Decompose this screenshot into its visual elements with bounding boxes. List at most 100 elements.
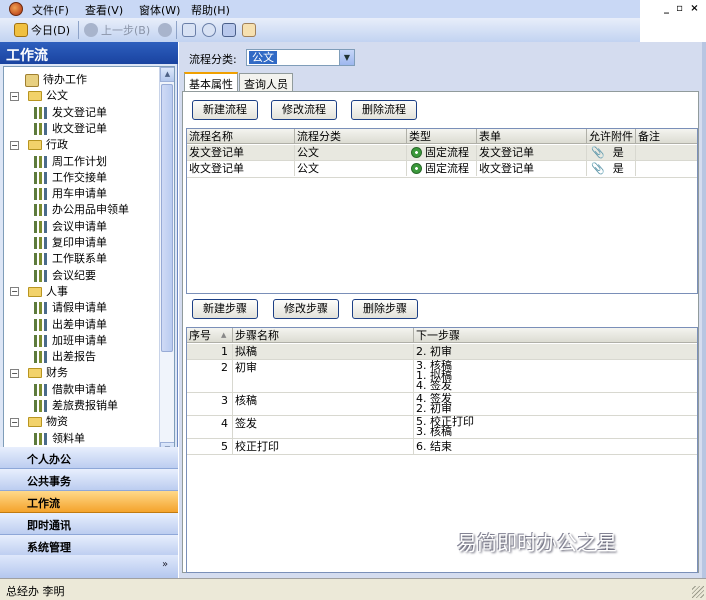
folder-icon: [28, 91, 42, 102]
today-button[interactable]: 今日(D): [14, 22, 70, 38]
table-row[interactable]: 5 校正打印 6. 结束: [187, 439, 697, 455]
tree-form-item[interactable]: 发文登记单: [34, 105, 107, 121]
category-select[interactable]: 公文 ▼: [246, 49, 355, 66]
close-icon[interactable]: ×: [688, 3, 701, 15]
flow-type-label: 固定流程: [425, 162, 469, 175]
step-no: 4: [187, 416, 233, 439]
delete-step-button[interactable]: 删除步骤: [352, 299, 418, 319]
scroll-up-icon[interactable]: ▲: [160, 67, 174, 82]
tree-folder[interactable]: − 财务: [10, 365, 68, 381]
col-step-no-label: 序号: [189, 329, 211, 342]
tree-form-item[interactable]: 出差申请单: [34, 317, 107, 333]
tree-item-label: 工作联系单: [52, 252, 107, 266]
tree-form-item[interactable]: 请假申请单: [34, 300, 107, 316]
form-icon: [34, 253, 48, 266]
col-note[interactable]: 备注: [636, 129, 697, 144]
tab-query-users[interactable]: 查询人员: [239, 73, 293, 91]
nav-workflow[interactable]: 工作流: [0, 491, 178, 513]
tree-item-label: 会议纪要: [52, 268, 96, 282]
tree-folder[interactable]: − 人事: [10, 284, 68, 300]
new-step-button[interactable]: 新建步骤: [192, 299, 258, 319]
tree-form-item[interactable]: 用车申请单: [34, 186, 107, 202]
collapse-icon[interactable]: −: [10, 417, 19, 427]
nav-public-affairs[interactable]: 公共事务: [0, 469, 178, 491]
edit-button[interactable]: [242, 22, 256, 38]
tree-form-item[interactable]: 工作联系单: [34, 251, 107, 267]
tree-todo-item[interactable]: 待办工作: [25, 72, 87, 88]
tree-folder[interactable]: − 公文: [10, 88, 68, 104]
collapse-icon[interactable]: −: [10, 368, 19, 378]
tree-form-item[interactable]: 周工作计划: [34, 154, 107, 170]
new-flow-button[interactable]: 新建流程: [192, 100, 258, 120]
menu-window[interactable]: 窗体(W): [139, 2, 180, 18]
resize-grip-icon[interactable]: [692, 586, 704, 598]
tree-form-item[interactable]: 办公用品申领单: [34, 202, 129, 218]
tree-form-item[interactable]: 工作交接单: [34, 170, 107, 186]
table-row[interactable]: 1 拟稿 2. 初审: [187, 344, 697, 360]
step-no: 5: [187, 439, 233, 455]
step-no: 3: [187, 393, 233, 416]
tree-form-item[interactable]: 领料单: [34, 431, 85, 447]
todo-icon: [25, 73, 39, 87]
previous-step-button[interactable]: 上一步(B): [84, 22, 150, 38]
menu-help[interactable]: 帮助(H): [191, 2, 230, 18]
app-logo-icon[interactable]: [9, 2, 23, 16]
edit-step-button[interactable]: 修改步骤: [273, 299, 339, 319]
chevron-right-icon[interactable]: »: [162, 560, 168, 570]
nav-system-management[interactable]: 系统管理: [0, 535, 178, 557]
tree-form-item[interactable]: 复印申请单: [34, 235, 107, 251]
edit-flow-button[interactable]: 修改流程: [271, 100, 337, 120]
fixed-flow-icon: [411, 147, 422, 158]
menu-view[interactable]: 查看(V): [85, 2, 123, 18]
collapse-icon[interactable]: −: [10, 140, 19, 150]
form-icon: [34, 106, 48, 119]
col-flow-category[interactable]: 流程分类: [295, 129, 407, 144]
nav-instant-messaging[interactable]: 即时通讯: [0, 513, 178, 535]
tree-form-item[interactable]: 加班申请单: [34, 333, 107, 349]
tree-form-item[interactable]: 出差报告: [34, 349, 96, 365]
table-row[interactable]: 发文登记单 公文 固定流程 发文登记单 📎 是: [187, 145, 697, 161]
form-icon: [34, 237, 48, 249]
col-step-name[interactable]: 步骤名称: [233, 328, 414, 343]
mail-button[interactable]: [202, 22, 216, 38]
tree-scrollbar[interactable]: ▲ ▼: [159, 67, 174, 457]
chevron-down-icon[interactable]: ▼: [339, 50, 354, 65]
scroll-thumb[interactable]: [161, 84, 173, 352]
share-button[interactable]: [222, 22, 236, 38]
tree-form-item[interactable]: 会议纪要: [34, 268, 96, 284]
tree-item-label: 会议申请单: [52, 219, 107, 233]
col-allow-attachment[interactable]: 允许附件: [587, 129, 636, 144]
col-step-no[interactable]: 序号 ▲: [187, 328, 233, 343]
forward-button[interactable]: [158, 22, 172, 38]
toolbar-separator: [176, 21, 177, 39]
col-type[interactable]: 类型: [407, 129, 477, 144]
tree-item-label: 行政: [46, 138, 68, 152]
tab-basic-properties[interactable]: 基本属性: [184, 72, 238, 91]
tree-form-item[interactable]: 收文登记单: [34, 121, 107, 137]
form-icon: [34, 188, 48, 201]
nav-personal-office[interactable]: 个人办公: [0, 447, 178, 469]
tree-folder[interactable]: − 行政: [10, 137, 68, 153]
menu-file[interactable]: 文件(F): [32, 2, 69, 18]
home-button[interactable]: [182, 22, 196, 38]
table-row[interactable]: 2 初审 3. 核稿 1. 拟稿 4. 签发: [187, 360, 697, 393]
col-next-step[interactable]: 下一步骤: [414, 328, 697, 343]
table-row[interactable]: 3 核稿 4. 签发 2. 初审: [187, 393, 697, 416]
collapse-icon[interactable]: −: [10, 91, 19, 101]
col-flow-name[interactable]: 流程名称: [187, 129, 295, 144]
tree-form-item[interactable]: 会议申请单: [34, 219, 107, 235]
workflow-tree[interactable]: 待办工作 − 公文 发文登记单 收文登记单 − 行政周工作计划 工作交接单 用车申请单 办公用品申…: [3, 66, 175, 458]
sort-ascending-icon: ▲: [221, 331, 227, 339]
tree-folder[interactable]: − 物资: [10, 414, 68, 430]
minimize-icon[interactable]: _: [660, 3, 673, 15]
table-row[interactable]: 收文登记单 公文 固定流程 收文登记单 📎 是: [187, 161, 697, 178]
tree-item-label: 请假申请单: [52, 301, 107, 315]
tree-form-item[interactable]: 借款申请单: [34, 382, 107, 398]
restore-icon[interactable]: ▫: [673, 3, 686, 15]
col-form[interactable]: 表单: [477, 129, 587, 144]
form-icon: [34, 334, 48, 347]
collapse-icon[interactable]: −: [10, 287, 19, 297]
table-row[interactable]: 4 签发 5. 校正打印 3. 核稿: [187, 416, 697, 439]
delete-flow-button[interactable]: 删除流程: [351, 100, 417, 120]
tree-form-item[interactable]: 差旅费报销单: [34, 398, 118, 414]
